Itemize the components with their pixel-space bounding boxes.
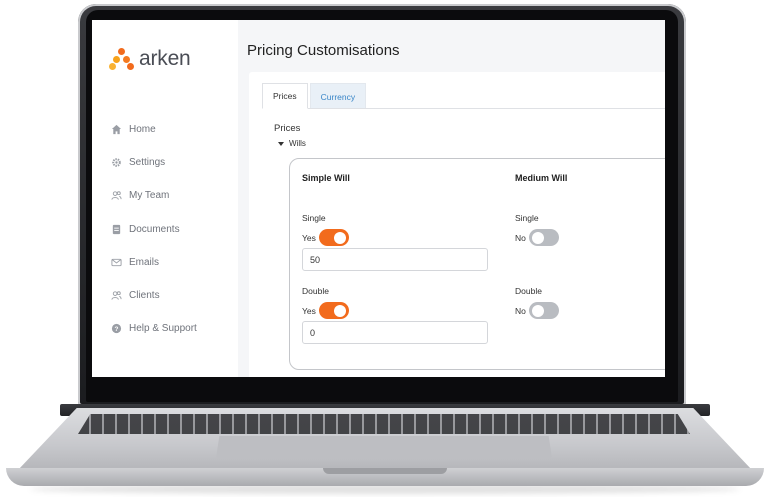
logo-mark-icon	[109, 48, 134, 70]
double-label: Double	[302, 286, 329, 296]
single-label: Single	[302, 213, 326, 223]
sidebar-item-home[interactable]: Home	[111, 113, 197, 146]
tab-bar: Prices Currency	[262, 83, 367, 109]
double-label: Double	[515, 286, 542, 296]
pricing-card: Prices Currency Prices Wills Simple Will…	[249, 72, 665, 377]
home-icon	[111, 125, 122, 135]
sidebar-item-label: Emails	[129, 256, 160, 268]
wills-group-toggle[interactable]: Wills	[278, 139, 306, 148]
logo-dot	[123, 56, 130, 63]
brand-logo[interactable]: arken	[109, 47, 191, 71]
app-screen: arken Home Settings My Team Documents Em…	[92, 20, 665, 377]
toggle-knob	[531, 304, 544, 317]
simple-will-double-price-input[interactable]: 0	[302, 321, 488, 344]
medium-will-double-toggle[interactable]	[528, 302, 559, 319]
team-icon	[111, 191, 122, 201]
sidebar-item-label: My Team	[129, 190, 170, 202]
laptop-notch	[323, 468, 447, 474]
sidebar-item-label: Home	[129, 124, 156, 136]
tab-prices[interactable]: Prices	[262, 83, 308, 109]
clients-icon	[111, 291, 122, 300]
tab-currency[interactable]: Currency	[309, 83, 367, 109]
sidebar-item-label: Settings	[129, 157, 166, 169]
sidebar-item-settings[interactable]: Settings	[111, 146, 197, 179]
brand-name: arken	[139, 47, 191, 70]
keyboard	[78, 414, 690, 434]
svg-text:?: ?	[115, 326, 119, 333]
sidebar-item-help-support[interactable]: ? Help & Support	[111, 312, 197, 345]
toggle-state-text: Yes	[302, 232, 316, 243]
column-heading: Medium Will	[515, 173, 568, 183]
toggle-knob	[531, 231, 544, 244]
logo-dot	[113, 56, 120, 63]
single-toggle-row: No	[515, 229, 559, 246]
sidebar-item-label: Documents	[129, 223, 180, 235]
tab-divider	[262, 108, 665, 109]
mail-icon	[111, 258, 122, 267]
group-label: Wills	[289, 139, 306, 148]
document-icon	[112, 224, 121, 234]
main-content: Pricing Customisations Prices Currency P…	[238, 20, 665, 377]
sidebar-item-emails[interactable]: Emails	[111, 246, 197, 279]
logo-dot	[109, 63, 116, 70]
laptop-mockup: arken Home Settings My Team Documents Em…	[0, 0, 770, 497]
toggle-state-text: No	[515, 305, 526, 316]
column-heading: Simple Will	[302, 173, 350, 183]
double-toggle-row: Yes	[302, 302, 349, 319]
logo-dot	[127, 63, 134, 70]
help-icon: ?	[111, 324, 122, 334]
sidebar-item-label: Clients	[129, 290, 160, 302]
toggle-knob	[333, 304, 346, 317]
double-toggle-row: No	[515, 302, 559, 319]
toggle-state-text: No	[515, 232, 526, 243]
section-title: Prices	[274, 123, 301, 134]
simple-will-double-toggle[interactable]	[318, 302, 349, 319]
single-label: Single	[515, 213, 539, 223]
gear-icon	[112, 158, 121, 168]
toggle-state-text: Yes	[302, 305, 316, 316]
wills-pricing-box: Simple Will Single Yes 50 Double Yes 0 M…	[289, 158, 665, 370]
toggle-knob	[333, 231, 346, 244]
logo-dot	[118, 48, 125, 55]
sidebar-item-my-team[interactable]: My Team	[111, 179, 197, 212]
page-title: Pricing Customisations	[247, 42, 400, 59]
sidebar-item-clients[interactable]: Clients	[111, 279, 197, 312]
trackpad	[216, 436, 552, 458]
sidebar-item-label: Help & Support	[129, 323, 197, 335]
simple-will-single-price-input[interactable]: 50	[302, 248, 488, 271]
single-toggle-row: Yes	[302, 229, 349, 246]
sidebar-nav: Home Settings My Team Documents Emails C…	[111, 113, 197, 345]
sidebar-item-documents[interactable]: Documents	[111, 213, 197, 246]
sidebar: arken Home Settings My Team Documents Em…	[92, 20, 238, 377]
caret-down-icon	[278, 141, 284, 146]
simple-will-single-toggle[interactable]	[318, 229, 349, 246]
medium-will-single-toggle[interactable]	[528, 229, 559, 246]
